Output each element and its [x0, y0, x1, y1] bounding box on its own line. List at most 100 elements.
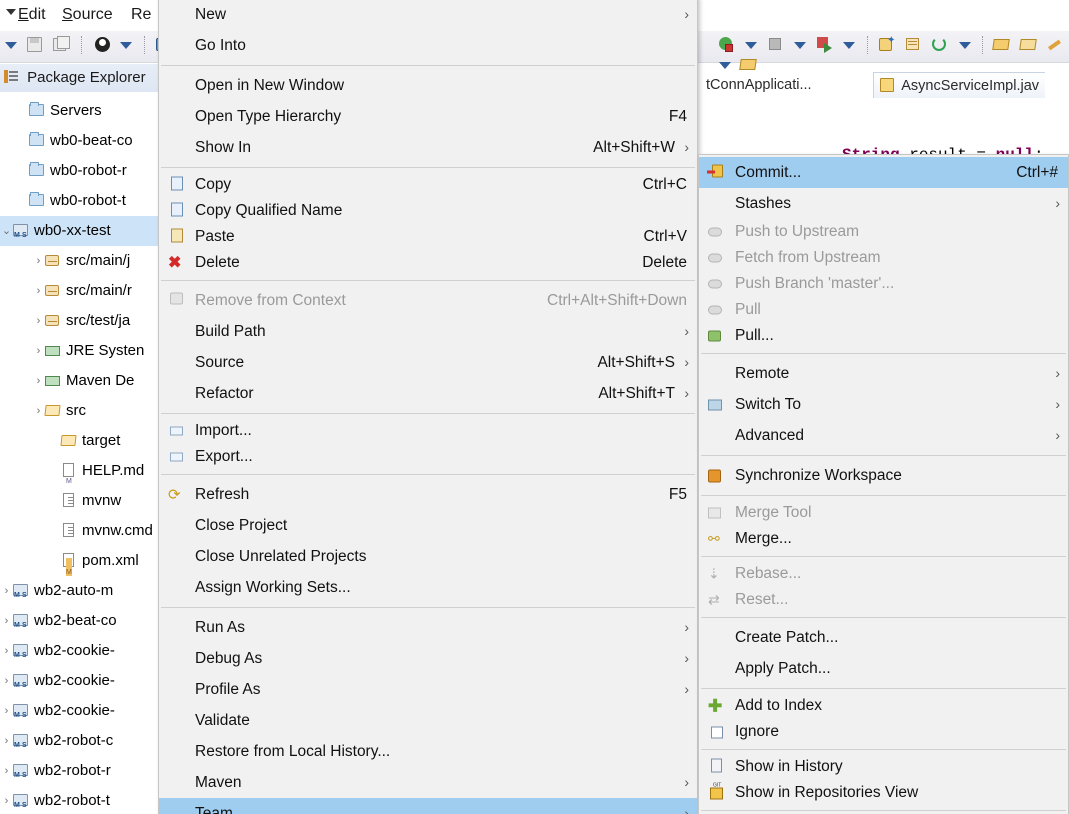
team-menu-item-merge[interactable]: ⚯ Merge...: [699, 526, 1068, 552]
tree-item[interactable]: › wb2-robot-r: [0, 756, 160, 786]
context-menu-item-close-project[interactable]: Close Project: [159, 510, 697, 541]
chevron-right-icon[interactable]: ›: [32, 276, 45, 306]
tree-item[interactable]: › wb2-cookie-: [0, 636, 160, 666]
chevron-right-icon[interactable]: ›: [0, 636, 13, 666]
context-menu-item-go-into[interactable]: Go Into: [159, 30, 697, 61]
tree-item[interactable]: pom.xml: [0, 546, 160, 576]
menu-source[interactable]: Source: [62, 5, 113, 25]
tree-item[interactable]: wb0-beat-co: [0, 126, 160, 156]
context-menu-item-build-path[interactable]: Build Path ›: [159, 316, 697, 347]
team-menu-item-pull[interactable]: Pull...: [699, 323, 1068, 349]
stop-dropdown-caret-icon[interactable]: [794, 41, 807, 49]
menubar-caret-icon[interactable]: [6, 5, 16, 25]
chevron-right-icon[interactable]: ›: [32, 336, 45, 366]
context-menu-item-run-as[interactable]: Run As ›: [159, 612, 697, 643]
team-menu-item-apply-patch[interactable]: Apply Patch...: [699, 653, 1068, 684]
edit-pen-icon[interactable]: [1045, 35, 1065, 55]
tree-item[interactable]: HELP.md: [0, 456, 160, 486]
chevron-right-icon[interactable]: ›: [0, 756, 13, 786]
context-menu-item-export[interactable]: Export...: [159, 444, 697, 470]
tree-item[interactable]: Servers: [0, 96, 160, 126]
refresh-green-icon[interactable]: [930, 35, 950, 55]
stop-icon[interactable]: [766, 35, 786, 55]
chevron-right-icon[interactable]: ›: [32, 306, 45, 336]
tree-item[interactable]: wb0-robot-r: [0, 156, 160, 186]
team-menu-item-remote[interactable]: Remote ›: [699, 358, 1068, 389]
toolbar-dropdown-caret-icon[interactable]: [5, 41, 17, 49]
chevron-right-icon[interactable]: ›: [0, 786, 13, 814]
context-menu-item-source[interactable]: Source Alt+Shift+S ›: [159, 347, 697, 378]
context-menu-item-copy[interactable]: Copy Ctrl+C: [159, 172, 697, 198]
tree-item[interactable]: mvnw.cmd: [0, 516, 160, 546]
context-menu-item-delete[interactable]: ✖ Delete Delete: [159, 250, 697, 276]
team-menu-item-switch-to[interactable]: Switch To ›: [699, 389, 1068, 420]
tree-item[interactable]: › src/main/r: [0, 276, 160, 306]
project-tree[interactable]: Servers wb0-beat-co wb0-robot-r wb0-robot-t…: [0, 96, 160, 814]
context-menu-item-restore-from-local-history[interactable]: Restore from Local History...: [159, 736, 697, 767]
context-menu-item-assign-working-sets[interactable]: Assign Working Sets...: [159, 572, 697, 603]
team-menu-item-create-patch[interactable]: Create Patch...: [699, 622, 1068, 653]
chevron-right-icon[interactable]: ›: [0, 606, 13, 636]
context-menu-item-maven[interactable]: Maven ›: [159, 767, 697, 798]
open-folder-2-icon[interactable]: [1019, 35, 1039, 55]
open-folder-icon[interactable]: [992, 35, 1012, 55]
team-menu-item-add-to-index[interactable]: ✚ Add to Index: [699, 693, 1068, 719]
team-menu-item-show-in-history[interactable]: Show in History: [699, 754, 1068, 780]
team-menu-item-synchronize-workspace[interactable]: Synchronize Workspace: [699, 460, 1068, 491]
refresh-dropdown-caret-icon[interactable]: [958, 41, 971, 49]
tree-item[interactable]: › wb2-cookie-: [0, 666, 160, 696]
context-menu-item-paste[interactable]: Paste Ctrl+V: [159, 224, 697, 250]
team-menu-item-show-in-repositories-view[interactable]: Show in Repositories View: [699, 773, 1068, 806]
run-dropdown-caret-icon[interactable]: [745, 41, 758, 49]
package-explorer-tab[interactable]: Package Explorer: [0, 64, 160, 92]
context-menu-item-team[interactable]: Team ›: [159, 798, 697, 814]
tree-item[interactable]: target: [0, 426, 160, 456]
context-menu-item-open-in-new-window[interactable]: Open in New Window: [159, 70, 697, 101]
menu-refactor[interactable]: Re: [131, 5, 151, 25]
tree-item[interactable]: › wb2-beat-co: [0, 606, 160, 636]
tree-item[interactable]: › src/test/ja: [0, 306, 160, 336]
person-icon[interactable]: [92, 35, 112, 55]
tree-item[interactable]: ⌄ wb0-xx-test: [0, 216, 160, 246]
team-menu-item-commit[interactable]: Commit... Ctrl+#: [699, 157, 1068, 188]
chevron-right-icon[interactable]: ›: [32, 366, 45, 396]
tree-item[interactable]: › src/main/j: [0, 246, 160, 276]
team-menu-item-stashes[interactable]: Stashes ›: [699, 188, 1068, 219]
chevron-right-icon[interactable]: ›: [0, 576, 13, 606]
context-menu-item-import[interactable]: Import...: [159, 418, 697, 444]
menu-edit[interactable]: EEditdit: [18, 5, 46, 25]
tree-item[interactable]: › wb2-auto-m: [0, 576, 160, 606]
edit-dropdown-caret-icon[interactable]: [719, 61, 731, 69]
context-menu-item-close-unrelated-projects[interactable]: Close Unrelated Projects: [159, 541, 697, 572]
context-menu-item-refresh[interactable]: ⟳ Refresh F5: [159, 479, 697, 510]
chevron-down-icon[interactable]: ⌄: [0, 216, 13, 246]
context-menu-item-validate[interactable]: Validate: [159, 705, 697, 736]
new-java-class-icon[interactable]: ✦: [877, 35, 897, 55]
chevron-right-icon[interactable]: ›: [0, 696, 13, 726]
save-icon[interactable]: [25, 35, 45, 55]
chevron-right-icon[interactable]: ›: [32, 396, 45, 426]
tree-item[interactable]: wb0-robot-t: [0, 186, 160, 216]
context-menu-item-copy-qualified-name[interactable]: Copy Qualified Name: [159, 198, 697, 224]
editor-tab-active[interactable]: AsyncServiceImpl.jav: [873, 72, 1046, 98]
tree-item[interactable]: › wb2-cookie-: [0, 696, 160, 726]
tree-item[interactable]: › JRE Systen: [0, 336, 160, 366]
context-menu-item-open-type-hierarchy[interactable]: Open Type Hierarchy F4: [159, 101, 697, 132]
person-dropdown-caret-icon[interactable]: [120, 41, 133, 49]
editor-tab-inactive[interactable]: tConnApplicati...: [700, 72, 818, 98]
tree-item[interactable]: › wb2-robot-c: [0, 726, 160, 756]
team-submenu[interactable]: Commit... Ctrl+# Stashes › Push to Upstream F…: [698, 154, 1069, 814]
tree-item[interactable]: › Maven De: [0, 366, 160, 396]
context-menu-item-debug-as[interactable]: Debug As ›: [159, 643, 697, 674]
team-menu-item-advanced[interactable]: Advanced ›: [699, 420, 1068, 451]
run-icon[interactable]: [717, 35, 737, 55]
chevron-right-icon[interactable]: ›: [0, 726, 13, 756]
context-menu-item-refactor[interactable]: Refactor Alt+Shift+T ›: [159, 378, 697, 409]
context-menu-item-new[interactable]: New ›: [159, 0, 697, 30]
tree-item[interactable]: › wb2-robot-t: [0, 786, 160, 814]
debug-icon[interactable]: [815, 35, 835, 55]
context-menu-item-show-in[interactable]: Show In Alt+Shift+W ›: [159, 132, 697, 163]
chevron-right-icon[interactable]: ›: [0, 666, 13, 696]
save-all-icon[interactable]: [52, 35, 72, 55]
chevron-right-icon[interactable]: ›: [32, 246, 45, 276]
